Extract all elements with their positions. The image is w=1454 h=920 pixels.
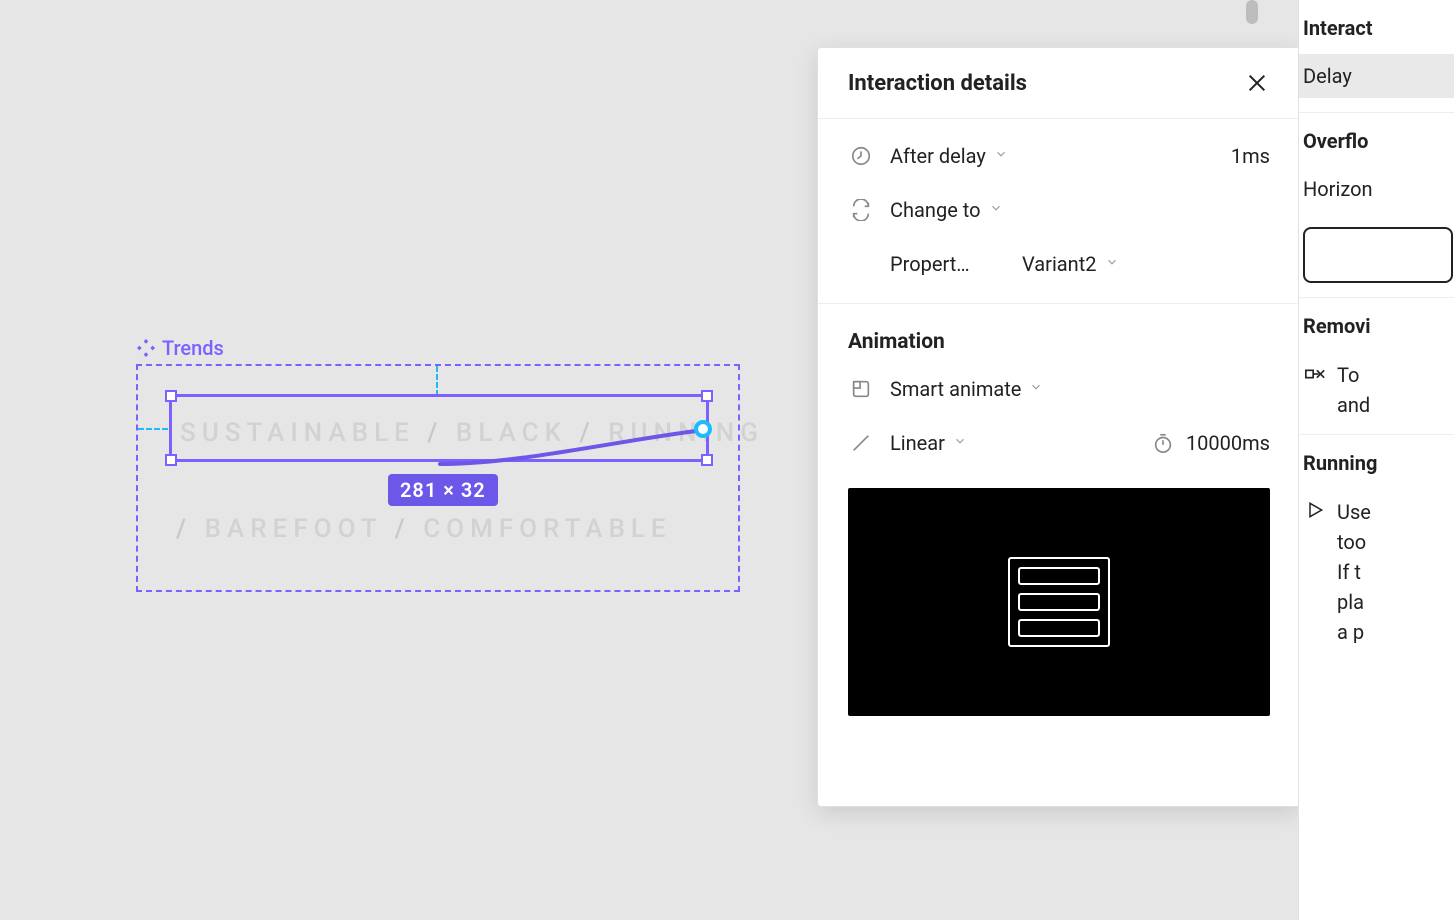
resize-handle-bottom-left[interactable]: [165, 454, 177, 466]
easing-row: Linear 10000ms: [818, 416, 1300, 470]
action-row: Change to: [818, 183, 1300, 237]
scrollbar-thumb[interactable]: [1246, 0, 1258, 24]
interactions-heading: Interact: [1299, 0, 1454, 54]
property-row: Propert… Variant2: [818, 237, 1300, 291]
properties-sidebar: Interact Delay Overflo Horizon Removi To…: [1298, 0, 1454, 920]
close-icon: [1246, 72, 1268, 94]
resize-handle-bottom-right[interactable]: [701, 454, 713, 466]
overflow-section: Overflo Horizon: [1299, 113, 1454, 298]
resize-handle-top-right[interactable]: [701, 390, 713, 402]
smart-animate-icon: [848, 376, 874, 402]
preview-bar: [1018, 567, 1100, 585]
panel-title: Interaction details: [848, 71, 1027, 96]
stopwatch-icon: [1150, 430, 1176, 456]
animate-type-label: Smart animate: [890, 377, 1021, 401]
animate-type-row: Smart animate: [818, 362, 1300, 416]
running-section: Running Use too If t pla a p: [1299, 435, 1454, 661]
resize-handle-top-left[interactable]: [165, 390, 177, 402]
clock-icon: [848, 143, 874, 169]
interaction-item-delay[interactable]: Delay: [1299, 54, 1454, 98]
preview-frame: [1008, 557, 1110, 647]
selection-dimensions-badge: 281 × 32: [388, 474, 498, 506]
trigger-label: After delay: [890, 144, 986, 168]
action-label: Change to: [890, 198, 981, 222]
play-icon: [1303, 497, 1327, 520]
preview-bar: [1018, 619, 1100, 637]
trigger-dropdown[interactable]: After delay: [890, 144, 1070, 168]
divider: [818, 303, 1300, 304]
remove-interaction-icon: [1303, 360, 1327, 385]
close-button[interactable]: [1244, 70, 1270, 96]
property-value: Variant2: [1022, 252, 1097, 276]
chevron-down-icon: [994, 147, 1008, 165]
chevron-down-icon: [953, 434, 967, 452]
overflow-heading: Overflo: [1299, 113, 1454, 167]
preview-bar: [1018, 593, 1100, 611]
removing-section: Removi To and: [1299, 298, 1454, 435]
component-icon: [136, 338, 156, 358]
chevron-down-icon: [1029, 380, 1043, 398]
trigger-row: After delay 1ms: [818, 129, 1300, 183]
easing-label: Linear: [890, 431, 945, 455]
animation-preview[interactable]: [848, 488, 1270, 716]
duration-value[interactable]: 10000ms: [1186, 431, 1270, 455]
chevron-down-icon: [1105, 255, 1119, 273]
property-value-dropdown[interactable]: Variant2: [1022, 252, 1119, 276]
interactions-section: Interact Delay: [1299, 0, 1454, 113]
animate-type-dropdown[interactable]: Smart animate: [890, 377, 1070, 401]
overflow-value[interactable]: Horizon: [1299, 167, 1454, 211]
frame-label[interactable]: Trends: [136, 336, 224, 360]
chevron-down-icon: [989, 201, 1003, 219]
property-label: Propert…: [890, 252, 1006, 276]
linear-ease-icon: [848, 430, 874, 456]
removing-heading: Removi: [1299, 298, 1454, 352]
selection-outline[interactable]: [169, 394, 709, 462]
alignment-guide-vertical: [436, 366, 438, 396]
frame-label-text: Trends: [162, 336, 224, 360]
running-line: Use too If t pla a p: [1299, 489, 1454, 647]
swap-icon: [848, 197, 874, 223]
action-dropdown[interactable]: Change to: [890, 198, 1070, 222]
easing-dropdown[interactable]: Linear: [890, 431, 1010, 455]
trends-text-row-2: / BAREFOOT / COMFORTABLE: [176, 514, 672, 544]
overflow-action-button[interactable]: [1303, 227, 1453, 283]
animation-section-title: Animation: [818, 312, 1300, 362]
noodle-endpoint[interactable]: [694, 420, 712, 438]
alignment-guide-horizontal: [138, 428, 168, 430]
panel-body: After delay 1ms Change to Propert… Varia…: [818, 119, 1300, 736]
trigger-delay-value[interactable]: 1ms: [1231, 144, 1270, 168]
removing-line: To and: [1299, 352, 1454, 420]
panel-header: Interaction details: [818, 48, 1300, 119]
interaction-details-panel: Interaction details After delay 1ms Chan…: [817, 47, 1301, 807]
running-heading: Running: [1299, 435, 1454, 489]
